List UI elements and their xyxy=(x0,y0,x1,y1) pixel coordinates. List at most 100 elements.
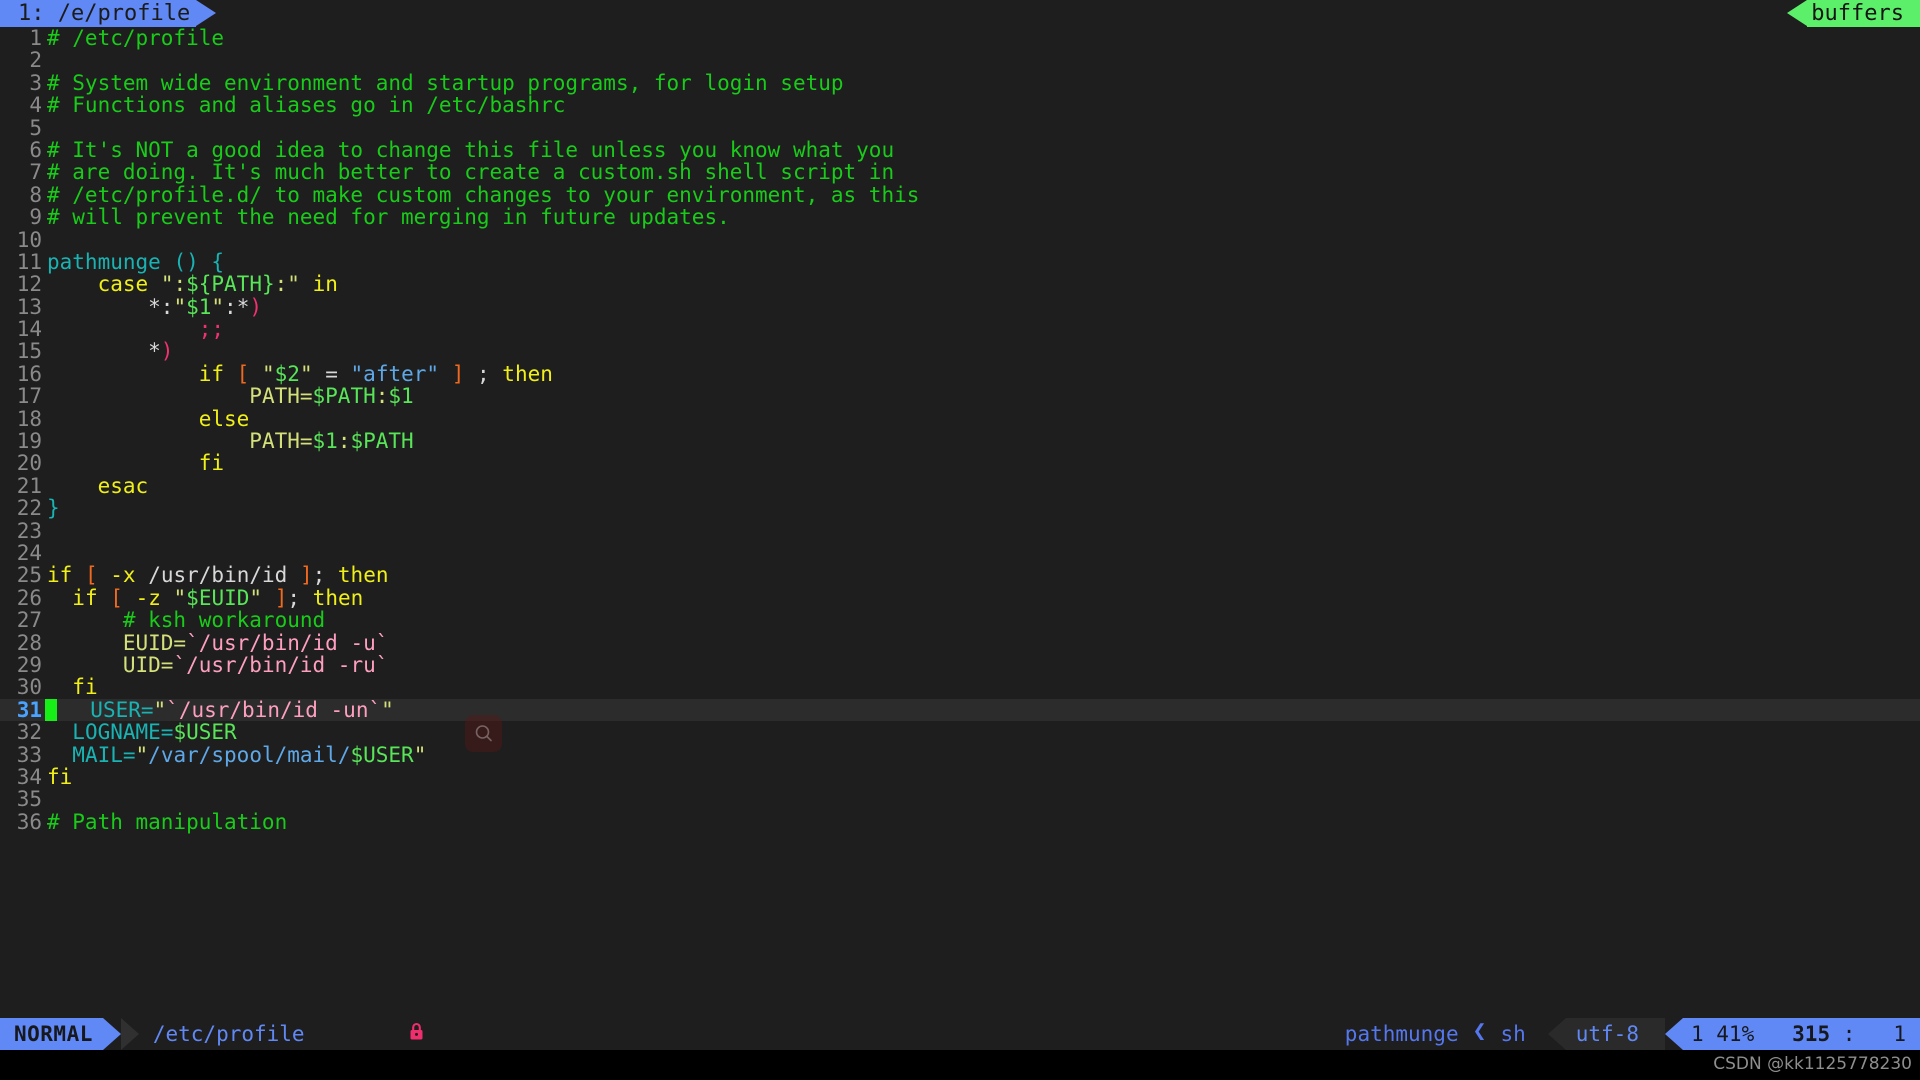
line-number: 36 xyxy=(16,809,42,834)
code-line[interactable]: 16 if [ "$2" = "after" ] ; then xyxy=(0,361,1920,386)
code-line[interactable]: 4 # Functions and aliases go in /etc/bash… xyxy=(0,93,1920,118)
status-pos-gap3 xyxy=(1830,1022,1843,1046)
code-line[interactable]: 20 fi xyxy=(0,451,1920,476)
line-number: 31 xyxy=(16,697,42,722)
code-line[interactable]: 27 # ksh workaround xyxy=(0,608,1920,632)
line-number: 35 xyxy=(16,787,42,812)
status-percent: 41% xyxy=(1716,1022,1755,1046)
code-line[interactable]: 14 ;; xyxy=(0,318,1920,341)
code-token: " xyxy=(261,361,275,386)
code-line[interactable]: 30 fi xyxy=(0,675,1920,700)
code-token: else xyxy=(198,406,250,431)
line-number: 34 xyxy=(16,764,42,789)
status-pos-gap2 xyxy=(1754,1022,1792,1046)
status-position: 1 41% 315 : 1 xyxy=(1682,1018,1920,1050)
code-line[interactable]: 23 xyxy=(0,518,1920,543)
line-text: USER="`/usr/bin/id -un`" xyxy=(57,697,393,722)
code-line[interactable]: 22} xyxy=(0,496,1920,521)
code-token: `/usr/bin/id -un` xyxy=(166,697,382,722)
code-token: " xyxy=(249,585,263,610)
text-cursor xyxy=(45,698,57,722)
code-line[interactable]: 3 # System wide environment and startup p… xyxy=(0,71,1920,94)
status-filetype[interactable]: sh xyxy=(1494,1018,1547,1050)
code-line[interactable]: 24 xyxy=(0,542,1920,565)
code-line[interactable]: 18 else xyxy=(0,406,1920,431)
line-number: 30 xyxy=(16,675,42,700)
line-number: 4 xyxy=(29,93,42,118)
code-token: $USER xyxy=(350,742,414,767)
bufferline-spacer xyxy=(216,0,1788,27)
code-line[interactable]: 25 if [ -x /usr/bin/id ]; then xyxy=(0,563,1920,588)
code-line[interactable]: 12 case ":${PATH}:" in xyxy=(0,272,1920,297)
code-line[interactable]: 35 xyxy=(0,787,1920,812)
status-buffer-number: 1 xyxy=(1690,1022,1704,1046)
code-token: = xyxy=(312,361,351,386)
line-number: 8 xyxy=(29,182,42,207)
code-token: esac xyxy=(97,473,149,498)
code-token: /usr/bin/id xyxy=(135,563,300,588)
line-number: 29 xyxy=(16,652,42,677)
editor-buffer[interactable]: 1 # /etc/profile 2 3 # System wide environme… xyxy=(0,27,1920,1018)
code-token: UID= xyxy=(122,652,174,677)
code-token: *: xyxy=(47,294,174,319)
line-number: 23 xyxy=(16,518,42,543)
code-line[interactable]: 28 EUID=`/usr/bin/id -u` xyxy=(0,631,1920,655)
code-token: : xyxy=(375,384,389,409)
line-number: 16 xyxy=(16,361,42,386)
status-encoding[interactable]: utf-8 xyxy=(1565,1018,1665,1050)
code-line[interactable]: 5 xyxy=(0,116,1920,139)
buffer-tab-arrow xyxy=(196,0,217,26)
code-token: PATH= xyxy=(249,429,313,454)
code-token: then xyxy=(502,361,553,386)
code-line[interactable]: 10 xyxy=(0,228,1920,251)
code-token: # It's NOT a good idea to change this fi… xyxy=(47,137,895,162)
code-token: case xyxy=(97,272,149,297)
line-text: fi xyxy=(42,676,97,698)
code-line[interactable]: 21 esac xyxy=(0,473,1920,498)
status-context: pathmunge xyxy=(1344,1022,1459,1046)
code-token: } xyxy=(47,496,60,521)
code-line[interactable]: 7 # are doing. It's much better to create… xyxy=(0,161,1920,184)
status-line-number: 315 xyxy=(1792,1022,1831,1046)
buffers-label[interactable]: buffers xyxy=(1807,0,1920,27)
line-number: 11 xyxy=(16,249,42,274)
buffer-tab-1[interactable]: 1: /e/profile xyxy=(0,0,197,27)
code-line[interactable]: 29 UID=`/usr/bin/id -ru` xyxy=(0,652,1920,677)
code-line[interactable]: 32 LOGNAME=$USER xyxy=(0,720,1920,745)
line-number: 19 xyxy=(16,429,42,454)
code-token: LOGNAME= xyxy=(72,720,174,745)
code-token: [ xyxy=(110,585,123,610)
code-line[interactable]: 19 PATH=$1:$PATH xyxy=(0,429,1920,454)
code-token: " xyxy=(153,697,167,722)
buffers-label-arrow xyxy=(1787,0,1808,26)
code-line[interactable]: 15 *) xyxy=(0,340,1920,363)
code-line[interactable]: 31 USER="`/usr/bin/id -un`" xyxy=(0,697,1920,722)
code-line[interactable]: 2 xyxy=(0,49,1920,72)
line-number: 26 xyxy=(16,585,42,610)
line-number: 22 xyxy=(16,496,42,521)
code-token: if xyxy=(72,585,98,610)
code-line[interactable]: 13 *:"$1":*) xyxy=(0,294,1920,319)
code-token: # will prevent the need for merging in f… xyxy=(47,205,730,230)
code-line[interactable]: 6 # It's NOT a good idea to change this f… xyxy=(0,137,1920,162)
code-line[interactable]: 9 # will prevent the need for merging in … xyxy=(0,205,1920,230)
line-number: 20 xyxy=(16,451,42,476)
code-line[interactable]: 11 pathmunge () { xyxy=(0,249,1920,274)
code-line[interactable]: 36 # Path manipulation xyxy=(0,809,1920,834)
code-line[interactable]: 1 # /etc/profile xyxy=(0,27,1920,49)
code-line[interactable]: 17 PATH=$PATH:$1 xyxy=(0,384,1920,409)
line-number: 18 xyxy=(16,406,42,431)
code-line[interactable]: 26 if [ -z "$EUID" ]; then xyxy=(0,585,1920,610)
code-token: $2 xyxy=(274,361,300,386)
code-line[interactable]: 34 fi xyxy=(0,764,1920,789)
code-line[interactable]: 33 MAIL="/var/spool/mail/$USER" xyxy=(0,742,1920,767)
line-text: pathmunge () { xyxy=(42,251,224,273)
code-line[interactable]: 8 # /etc/profile.d/ to make custom change… xyxy=(0,182,1920,207)
